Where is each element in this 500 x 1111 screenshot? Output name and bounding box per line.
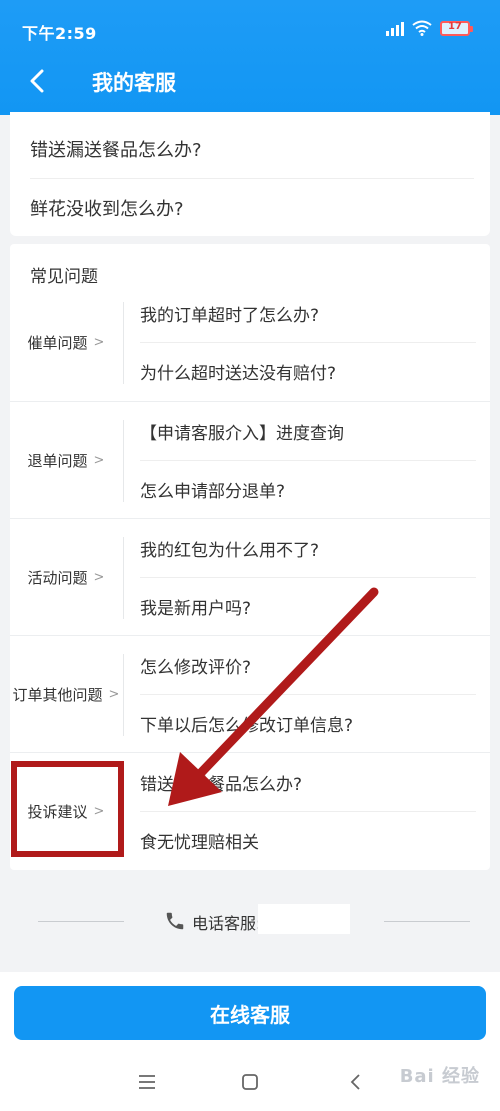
category-question[interactable]: 错送漏送餐品怎么办? [140,753,476,811]
divider [123,420,124,502]
chevron-left-icon [30,69,44,93]
phone-icon [166,912,184,930]
menu-icon[interactable] [135,1070,159,1094]
battery-level: 17 [448,20,462,32]
phone-service-row: 电话客服: [0,898,500,944]
chevron-right-icon: > [108,687,120,702]
category-label-urge[interactable]: 催单问题 > [10,284,122,401]
faq-item[interactable]: 错送漏送餐品怎么办? [30,120,474,178]
page-title: 我的客服 [92,71,176,95]
chevron-right-icon: > [93,335,105,350]
category-question[interactable]: 我的红包为什么用不了? [140,519,476,577]
category-question[interactable]: 怎么申请部分退单? [140,460,476,518]
divider [123,654,124,736]
home-icon[interactable] [238,1070,262,1094]
category-label-order-other[interactable]: 订单其他问题 > [10,636,122,753]
divider [123,537,124,619]
category-label-text: 退单问题 [27,452,88,470]
top-faq-card: 错送漏送餐品怎么办? 鲜花没收到怎么办? [10,112,490,236]
category-label-text: 订单其他问题 [12,686,103,704]
back-nav-icon[interactable] [343,1070,367,1094]
wifi-icon [412,20,432,36]
app-header: 下午2:59 17 我的客服 [0,0,500,115]
status-bar: 下午2:59 17 [0,0,500,58]
category-question[interactable]: 怎么修改评价? [140,636,476,694]
status-time: 下午2:59 [22,24,97,43]
signal-icon [386,20,404,36]
redacted-phone-number [258,904,350,934]
category-question[interactable]: 【申请客服介入】进度查询 [140,402,476,460]
nav-bar: 我的客服 [0,58,500,104]
chevron-right-icon: > [93,570,105,585]
category-label-text: 活动问题 [27,569,88,587]
status-icons: 17 [386,20,473,36]
divider [123,302,124,384]
category-question[interactable]: 为什么超时送达没有赔付? [140,342,476,400]
category-label-text: 催单问题 [27,334,88,352]
faq-category: 退单问题 > 【申请客服介入】进度查询 怎么申请部分退单? [10,401,490,518]
faq-category: 活动问题 > 我的红包为什么用不了? 我是新用户吗? [10,518,490,635]
category-question[interactable]: 我的订单超时了怎么办? [140,284,476,342]
divider [38,921,124,922]
faq-category: 催单问题 > 我的订单超时了怎么办? 为什么超时送达没有赔付? [10,284,490,401]
online-service-button[interactable]: 在线客服 [14,986,486,1040]
faq-item[interactable]: 鲜花没收到怎么办? [30,178,474,236]
chevron-right-icon: > [93,453,105,468]
watermark-logo: Bai 经验 [399,1066,480,1087]
category-label-refund[interactable]: 退单问题 > [10,402,122,519]
divider [384,921,470,922]
category-question[interactable]: 食无忧理赔相关 [140,811,476,869]
back-button[interactable] [20,64,54,98]
category-question[interactable]: 下单以后怎么修改订单信息? [140,694,476,752]
annotation-highlight-box [11,761,124,857]
faq-category: 订单其他问题 > 怎么修改评价? 下单以后怎么修改订单信息? [10,635,490,752]
category-label-promo[interactable]: 活动问题 > [10,519,122,636]
battery-icon: 17 [440,20,473,36]
phone-service-label[interactable]: 电话客服: [192,910,261,934]
category-question[interactable]: 我是新用户吗? [140,577,476,635]
